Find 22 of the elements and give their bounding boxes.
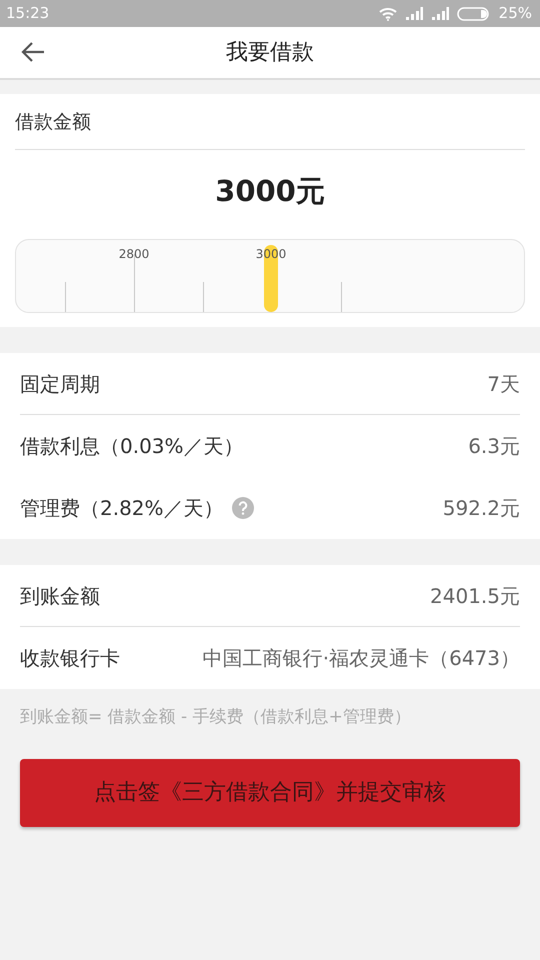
page-title: 我要借款 [226, 39, 314, 67]
signal-icon [404, 7, 423, 20]
row-value: 中国工商银行·福农灵通卡（6473） [202, 645, 520, 672]
back-icon[interactable] [20, 41, 46, 63]
signal-icon [430, 7, 449, 20]
loan-amount: 3000元 [214, 172, 326, 210]
formula-note: 到账金额= 借款金额 - 手续费（借款利息+管理费） [19, 706, 412, 729]
tick-label: 2800 [118, 246, 150, 263]
row-label: 收款银行卡 [20, 645, 120, 672]
battery-icon [456, 6, 491, 20]
row-value: 6.3元 [468, 433, 520, 460]
row-label: 固定周期 [20, 370, 100, 398]
battery-level: 25% [498, 3, 532, 24]
wifi-icon [378, 6, 397, 20]
row-label: 管理费（2.82%／天） [20, 495, 224, 522]
row-label: 借款利息（0.03%／天） [20, 433, 244, 460]
row-value: 2401.5元 [430, 582, 520, 610]
row-value: 592.2元 [442, 495, 520, 522]
amount-label: 借款金额 [15, 94, 525, 150]
row-label: 到账金额 [20, 582, 100, 610]
status-time: 15:23 [6, 3, 50, 24]
row-value: 7天 [487, 370, 520, 398]
